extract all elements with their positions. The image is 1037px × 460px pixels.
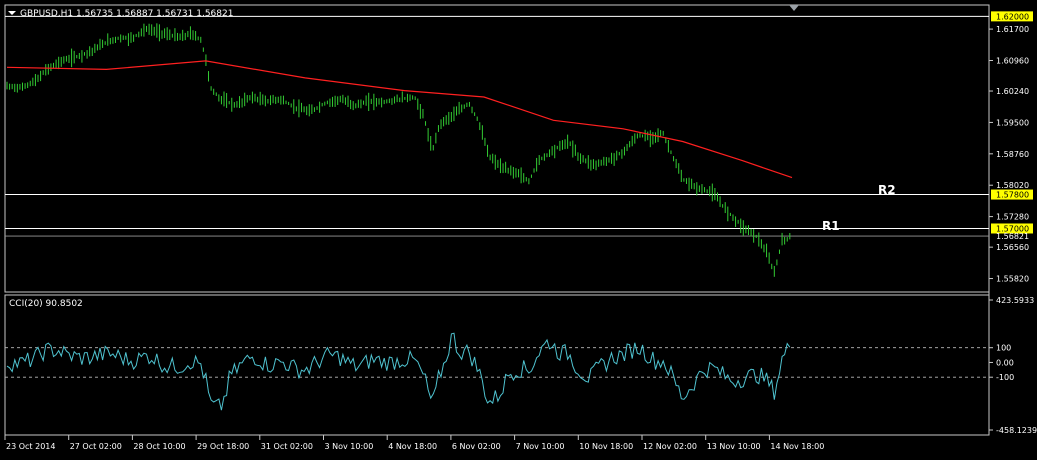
price-tick-label: 1.60240 bbox=[996, 87, 1029, 96]
current-price-label: 1.56821 bbox=[996, 232, 1029, 241]
price-highlight-label: 1.62000 bbox=[996, 12, 1029, 21]
time-tick-label: 3 Nov 10:00 bbox=[325, 442, 374, 451]
price-pane[interactable] bbox=[4, 4, 990, 293]
time-tick-label: 12 Nov 02:00 bbox=[643, 442, 697, 451]
time-tick-label: 14 Nov 18:00 bbox=[770, 442, 824, 451]
time-tick-label: 10 Nov 18:00 bbox=[579, 442, 633, 451]
time-tick-label: 7 Nov 10:00 bbox=[516, 442, 565, 451]
cci-tick-label: 100 bbox=[996, 344, 1011, 353]
price-tick-label: 1.58760 bbox=[996, 150, 1029, 159]
price-tick-label: 1.61700 bbox=[996, 25, 1029, 34]
chart-window[interactable]: GBPUSD,H1 1.56735 1.56887 1.56731 1.5682… bbox=[0, 0, 1037, 456]
price-tick-label: 1.56560 bbox=[996, 243, 1029, 252]
time-tick-label: 29 Oct 18:00 bbox=[197, 442, 249, 451]
cci-axis: 423.5933 100 0.00 -100 -458.1239 bbox=[989, 296, 1037, 435]
cci-label: CCI(20) 90.8502 bbox=[9, 299, 83, 309]
chart-canvas[interactable]: GBPUSD,H1 1.56735 1.56887 1.56731 1.5682… bbox=[0, 0, 1037, 456]
time-tick-label: 23 Oct 2014 bbox=[6, 442, 55, 451]
cci-tick-label: -458.1239 bbox=[996, 426, 1037, 435]
time-tick-label: 4 Nov 18:00 bbox=[388, 442, 437, 451]
time-tick-label: 27 Oct 02:00 bbox=[70, 442, 122, 451]
indicator-pane[interactable] bbox=[4, 294, 990, 436]
time-axis: 23 Oct 2014 27 Oct 02:00 28 Oct 10:00 29 Oc… bbox=[4, 435, 824, 451]
cci-tick-label: 423.5933 bbox=[996, 296, 1034, 305]
level-label-r2: R2 bbox=[878, 183, 896, 197]
symbol-label: GBPUSD,H1 bbox=[20, 9, 73, 19]
cci-tick-label: -100 bbox=[996, 373, 1014, 382]
price-tick-label: 1.59500 bbox=[996, 118, 1029, 127]
price-tick-label: 1.55820 bbox=[996, 275, 1029, 284]
time-tick-label: 13 Nov 10:00 bbox=[707, 442, 761, 451]
time-tick-label: 31 Oct 02:00 bbox=[261, 442, 313, 451]
price-tick-label: 1.57280 bbox=[996, 213, 1029, 222]
ohlc-label: 1.56735 1.56887 1.56731 1.56821 bbox=[76, 9, 233, 19]
price-highlight-label: 1.57800 bbox=[996, 191, 1029, 200]
time-tick-label: 28 Oct 10:00 bbox=[133, 442, 185, 451]
cci-tick-label: 0.00 bbox=[996, 358, 1014, 367]
time-tick-label: 6 Nov 02:00 bbox=[452, 442, 501, 451]
price-tick-label: 1.58020 bbox=[996, 181, 1029, 190]
price-tick-label: 1.60960 bbox=[996, 56, 1029, 65]
level-label-r1: R1 bbox=[822, 219, 840, 233]
